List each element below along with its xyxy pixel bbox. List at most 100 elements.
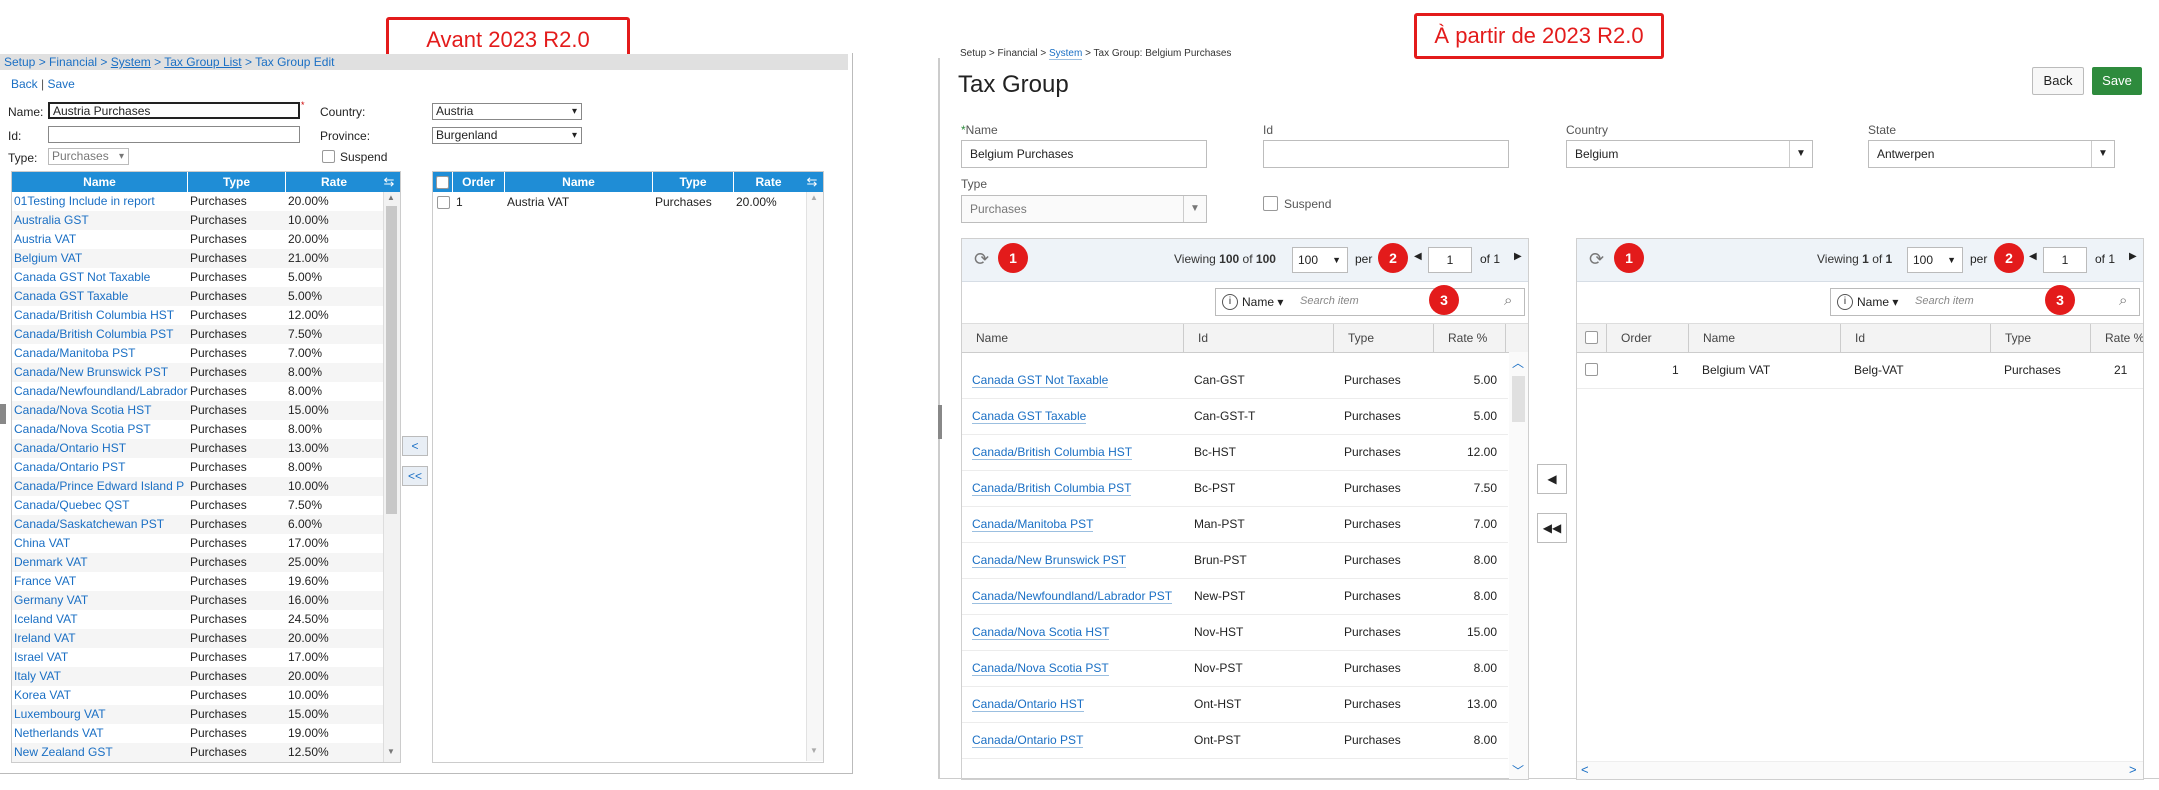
old-tax-name[interactable]: Ireland VAT [14, 629, 188, 648]
old-name-input[interactable]: Austria Purchases [48, 102, 300, 119]
available-name-cell[interactable]: Canada GST Taxable [972, 398, 1087, 434]
old-tax-name[interactable]: Netherlands VAT [14, 724, 188, 743]
old-tax-name[interactable]: Austria VAT [14, 230, 188, 249]
table-row[interactable]: 01Testing Include in report Purchases 20.0… [12, 192, 384, 211]
selected-horizontal-scrollbar[interactable]: < > [1577, 761, 2143, 779]
old-col-order[interactable]: Order [453, 172, 505, 192]
tax-link[interactable]: Canada/New Brunswick PST [972, 553, 1127, 568]
old-col-rate-right[interactable]: Rate [734, 172, 804, 192]
available-page-input[interactable]: 1 [1428, 247, 1472, 273]
available-col-rate[interactable]: Rate % [1434, 324, 1506, 352]
tax-link[interactable]: Canada/Ontario PST [972, 733, 1084, 748]
old-right-resize-icon[interactable]: ⇆ [802, 172, 822, 192]
available-name-cell[interactable]: Canada/British Columbia HST [972, 434, 1133, 470]
old-tax-name[interactable]: 01Testing Include in report [14, 192, 188, 211]
old-col-name[interactable]: Name [12, 172, 188, 192]
table-row[interactable]: 1 Austria VAT Purchases 20.00% [433, 193, 805, 212]
available-scrollbar[interactable]: ︿ ﹀ [1509, 352, 1528, 779]
new-state-select[interactable]: Antwerpen ▼ [1868, 140, 2115, 168]
table-row[interactable]: Canada/British Columbia HST Purchases 12.0… [12, 306, 384, 325]
table-row[interactable]: Canada/Ontario PST Purchases 8.00% [12, 458, 384, 477]
table-row[interactable]: Canada/British Columbia PST Purchases 7.50… [12, 325, 384, 344]
old-left-scrollbar[interactable]: ▲ ▼ [383, 192, 400, 762]
old-right-scrollbar[interactable]: ▲ ▼ [806, 192, 823, 761]
table-row[interactable]: Canada/Newfoundland/Labrador Purchases 8.0… [12, 382, 384, 401]
old-tax-name[interactable]: Luxembourg VAT [14, 705, 188, 724]
available-name-cell[interactable]: Canada GST Not Taxable [972, 362, 1109, 398]
old-left-resize-icon[interactable]: ⇆ [379, 172, 399, 192]
old-tax-name[interactable]: Canada/British Columbia PST [14, 325, 188, 344]
old-save-link[interactable]: Save [47, 77, 74, 91]
info-icon[interactable]: i [1837, 294, 1853, 310]
old-move-left-button[interactable]: < [402, 436, 428, 456]
table-row[interactable]: Canada/New Brunswick PST Brun-PST Purchase… [962, 542, 1508, 579]
old-tax-name[interactable]: Germany VAT [14, 591, 188, 610]
table-row[interactable]: Australia GST Purchases 10.00% [12, 211, 384, 230]
new-crumb-system[interactable]: System [1048, 48, 1083, 60]
old-back-link[interactable]: Back [11, 77, 38, 91]
table-row[interactable]: Israel VAT Purchases 17.00% [12, 648, 384, 667]
refresh-icon[interactable]: ⟳ [1589, 249, 1604, 270]
old-tax-name[interactable]: Canada/Nova Scotia PST [14, 420, 188, 439]
old-province-select[interactable]: Burgenland ▾ [432, 127, 582, 144]
move-all-left-button[interactable]: ◀◀ [1537, 513, 1567, 543]
selected-search-box[interactable]: i Name ▾ Search item ⌕ [1830, 288, 2140, 316]
selected-search-field[interactable]: Name ▾ [1857, 295, 1898, 309]
tax-link[interactable]: Canada/Newfoundland/Labrador PST [972, 589, 1173, 604]
old-tax-name[interactable]: New Zealand GST [14, 743, 188, 762]
select-all-checkbox[interactable] [1585, 331, 1598, 344]
tax-link[interactable]: Canada/Nova Scotia PST [972, 661, 1109, 676]
table-row[interactable]: Canada/Quebec QST Purchases 7.50% [12, 496, 384, 515]
old-left-scroll-thumb[interactable] [386, 206, 397, 514]
table-row[interactable]: Canada/British Columbia HST Bc-HST Purchas… [962, 434, 1508, 471]
table-row[interactable]: Belgium VAT Purchases 21.00% [12, 249, 384, 268]
old-tax-name[interactable]: Canada/British Columbia HST [14, 306, 188, 325]
old-tax-name[interactable]: Canada/Ontario PST [14, 458, 188, 477]
table-row[interactable]: Iceland VAT Purchases 24.50% [12, 610, 384, 629]
new-country-select[interactable]: Belgium ▼ [1566, 140, 1813, 168]
scroll-down-icon[interactable]: ▼ [810, 746, 818, 755]
old-tax-name[interactable]: Iceland VAT [14, 610, 188, 629]
row-checkbox[interactable] [437, 196, 450, 209]
search-icon[interactable]: ⌕ [1504, 292, 1512, 309]
tax-link[interactable]: Canada/Manitoba PST [972, 517, 1094, 532]
tax-link[interactable]: Canada GST Taxable [972, 409, 1087, 424]
table-row[interactable]: Canada/Nova Scotia HST Nov-HST Purchases 15… [962, 614, 1508, 651]
old-col-type-right[interactable]: Type [653, 172, 734, 192]
old-tax-name[interactable]: Canada/Manitoba PST [14, 344, 188, 363]
table-row[interactable]: Ireland VAT Purchases 20.00% [12, 629, 384, 648]
table-row[interactable]: Canada/British Columbia PST Bc-PST Purchas… [962, 470, 1508, 507]
available-col-name[interactable]: Name [962, 324, 1184, 352]
table-row[interactable]: Canada GST Taxable Can-GST-T Purchases 5.00 [962, 398, 1508, 435]
available-search-field[interactable]: Name ▾ [1242, 295, 1283, 309]
old-tax-name[interactable]: Canada/Saskatchewan PST [14, 515, 188, 534]
prev-page-icon[interactable]: ◀ [1414, 251, 1422, 262]
table-row[interactable]: Canada/Manitoba PST Purchases 7.00% [12, 344, 384, 363]
tax-link[interactable]: Canada/Ontario HST [972, 697, 1085, 712]
selected-page-input[interactable]: 1 [2043, 247, 2087, 273]
available-search-input[interactable]: Search item [1300, 295, 1359, 307]
old-select-all-checkbox[interactable] [436, 176, 449, 189]
old-crumb-financial[interactable]: Financial [49, 55, 97, 69]
table-row[interactable]: Canada/Prince Edward Island P Purchases 10… [12, 477, 384, 496]
scroll-up-icon[interactable]: ▲ [387, 193, 395, 202]
available-name-cell[interactable]: Canada/Ontario HST [972, 686, 1085, 722]
selected-per-page-select[interactable]: 100 ▼ [1907, 247, 1963, 273]
tax-link[interactable]: Canada/Nova Scotia HST [972, 625, 1110, 640]
old-tax-name[interactable]: Canada GST Not Taxable [14, 268, 188, 287]
table-row[interactable]: China VAT Purchases 17.00% [12, 534, 384, 553]
old-crumb-taxgrouplist[interactable]: Tax Group List [164, 55, 241, 69]
table-row[interactable]: Canada/Ontario PST Ont-PST Purchases 8.00 [962, 722, 1508, 759]
old-tax-name[interactable]: Australia GST [14, 211, 188, 230]
table-row[interactable]: 1 Belgium VAT Belg-VAT Purchases 21 [1577, 352, 2143, 389]
available-name-cell[interactable]: Canada/Manitoba PST [972, 506, 1094, 542]
table-row[interactable]: Canada/Ontario HST Ont-HST Purchases 13.00 [962, 686, 1508, 723]
new-name-input[interactable]: Belgium Purchases [961, 140, 1207, 168]
old-col-name-right[interactable]: Name [505, 172, 653, 192]
table-row[interactable]: Canada GST Not Taxable Purchases 5.00% [12, 268, 384, 287]
table-row[interactable]: Canada/Newfoundland/Labrador PST New-PST P… [962, 578, 1508, 615]
available-per-page-select[interactable]: 100 ▼ [1292, 247, 1348, 273]
old-tax-name[interactable]: Italy VAT [14, 667, 188, 686]
scroll-down-icon[interactable]: ▼ [387, 747, 395, 756]
move-left-button[interactable]: ◀ [1537, 464, 1567, 494]
